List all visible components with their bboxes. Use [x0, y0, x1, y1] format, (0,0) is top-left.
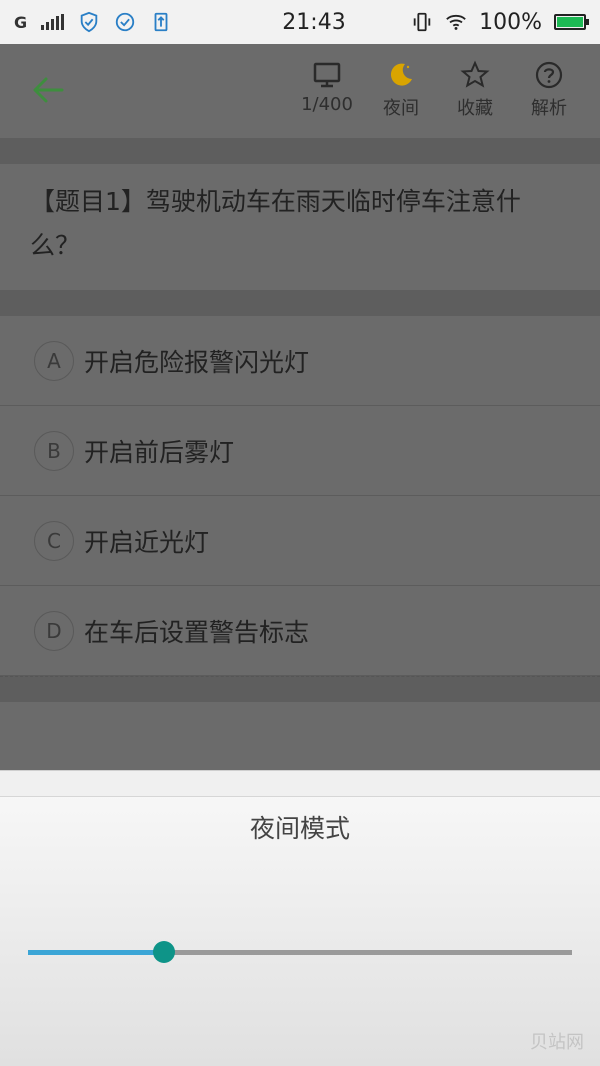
option-letter: A [34, 340, 74, 381]
option-text: 在车后设置警告标志 [84, 617, 310, 647]
analysis-button[interactable]: 解析 [512, 60, 586, 120]
divider [0, 138, 600, 164]
option-d[interactable]: D 在车后设置警告标志 [0, 586, 600, 676]
sheet-handle-bar [0, 771, 600, 797]
clock: 21:43 [282, 9, 346, 35]
help-circle-icon [535, 61, 563, 89]
night-mode-sheet: 夜间模式 贝站网 [0, 770, 600, 1066]
favorite-label: 收藏 [457, 98, 493, 119]
signal-icon [41, 14, 65, 30]
options-list: A 开启危险报警闪光灯 B 开启前后雾灯 C 开启近光灯 D 在车后设置警告标志 [0, 316, 600, 676]
question-counter-button[interactable]: 1/400 [290, 60, 364, 120]
status-bar: G 21:43 100% [0, 0, 600, 44]
option-text: 开启前后雾灯 [84, 437, 235, 467]
night-mode-title: 夜间模式 [249, 814, 350, 843]
wifi-icon [446, 14, 466, 30]
watermark: 贝站网 [530, 1032, 584, 1053]
option-letter: C [34, 520, 74, 561]
battery-percent: 100% [479, 9, 542, 35]
slider-thumb[interactable] [153, 941, 175, 963]
battery-icon [554, 14, 589, 30]
content-bottom [0, 702, 600, 770]
status-right: 100% [386, 9, 589, 35]
vibrate-icon [413, 12, 431, 32]
option-letter: D [34, 610, 74, 651]
back-arrow-icon[interactable] [28, 70, 68, 110]
question-counter: 1/400 [301, 94, 353, 115]
status-left: G [14, 11, 234, 33]
question-card: 【题目1】驾驶机动车在雨天临时停车注意什么？ [0, 164, 600, 290]
option-b[interactable]: B 开启前后雾灯 [0, 406, 600, 496]
usb-icon [154, 12, 168, 32]
divider [0, 676, 600, 702]
divider [0, 290, 600, 316]
toolbar: 1/400 夜间 收藏 解析 [290, 60, 586, 120]
night-mode-button[interactable]: 夜间 [364, 60, 438, 120]
analysis-label: 解析 [531, 98, 567, 119]
app-header: 1/400 夜间 收藏 解析 [0, 44, 600, 138]
option-a[interactable]: A 开启危险报警闪光灯 [0, 316, 600, 406]
night-label: 夜间 [383, 98, 419, 119]
monitor-icon [313, 62, 341, 88]
shield-icon [80, 11, 98, 33]
option-c[interactable]: C 开启近光灯 [0, 496, 600, 586]
question-text: 【题目1】驾驶机动车在雨天临时停车注意什么？ [30, 187, 521, 260]
option-letter: B [34, 430, 74, 471]
option-text: 开启近光灯 [84, 527, 210, 557]
check-circle-icon [115, 12, 135, 32]
moon-icon [390, 63, 412, 86]
favorite-button[interactable]: 收藏 [438, 60, 512, 120]
network-type: G [14, 12, 28, 32]
star-icon [460, 60, 490, 88]
brightness-slider[interactable] [28, 937, 572, 967]
slider-fill [28, 950, 164, 955]
option-text: 开启危险报警闪光灯 [84, 347, 310, 377]
